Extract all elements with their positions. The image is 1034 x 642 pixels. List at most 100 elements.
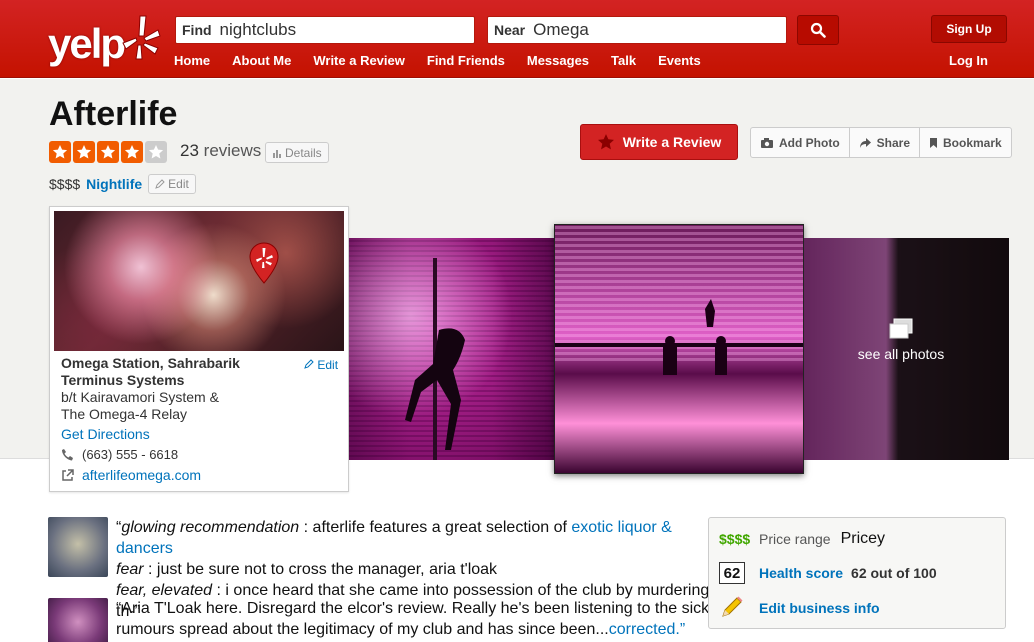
log-in-link[interactable]: Log In (949, 53, 988, 68)
write-review-label: Write a Review (622, 134, 722, 150)
review-snippet-text: “Aria T'Loak here. Disregard the elcor's… (116, 598, 716, 640)
nav-home[interactable]: Home (174, 53, 210, 68)
phone-number: (663) 555 - 6618 (61, 447, 178, 462)
map-image[interactable] (54, 211, 344, 351)
review-snippet-1: “glowing recommendation : afterlife feat… (48, 517, 709, 620)
reviewer-avatar[interactable] (48, 598, 108, 642)
nav-about-me[interactable]: About Me (232, 53, 291, 68)
cross-streets-line-2: The Omega-4 Relay (61, 406, 188, 422)
business-info-box: $$$$ Price range Pricey 62 Health score … (708, 517, 1006, 629)
rating-stars (49, 141, 167, 163)
edit-label: Edit (168, 177, 189, 191)
review-count-word: reviews (203, 141, 262, 160)
bookmark-button[interactable]: Bookmark (920, 128, 1011, 157)
find-input[interactable]: Find nightclubs (175, 16, 475, 44)
star-icon (97, 141, 119, 163)
edit-info-row: Edit business info (719, 596, 888, 620)
details-label: Details (285, 145, 322, 160)
pencil-icon (722, 596, 743, 617)
star-icon (73, 141, 95, 163)
pencil-icon (155, 179, 165, 189)
get-directions-link[interactable]: Get Directions (61, 426, 150, 442)
review-snippet-2: “Aria T'Loak here. Disregard the elcor's… (48, 598, 709, 642)
see-all-photos-label: see all photos (857, 346, 945, 362)
camera-icon (761, 137, 773, 148)
health-score-link[interactable]: Health score (759, 565, 843, 581)
website-text: afterlifeomega.com (82, 467, 202, 483)
search-button[interactable] (797, 15, 839, 45)
address-line-2: Terminus Systems (61, 372, 185, 388)
header-bar: yelp Find nightclubs Near Omega Home Abo… (0, 0, 1034, 78)
action-button-group: Add Photo Share Bookmark (750, 127, 1012, 158)
nav-messages[interactable]: Messages (527, 53, 589, 68)
photo-featured[interactable] (554, 224, 804, 474)
add-photo-label: Add Photo (779, 135, 840, 150)
bookmark-label: Bookmark (943, 135, 1002, 150)
health-score-text: 62 out of 100 (851, 565, 937, 581)
price-category-line: $$$$ Nightlife Edit (49, 174, 196, 194)
edit-address-link[interactable]: Edit (304, 358, 338, 372)
star-empty-icon (145, 141, 167, 163)
details-button[interactable]: Details (265, 142, 329, 163)
review-line: rumours spread about the legitimacy of m… (116, 621, 686, 638)
address-block: Omega Station, Sahrabarik Terminus Syste… (61, 355, 341, 423)
main-nav: Home About Me Write a Review Find Friend… (174, 53, 701, 68)
dancer-silhouette (405, 258, 465, 460)
edit-category-button[interactable]: Edit (148, 174, 196, 194)
yelp-logo[interactable]: yelp (46, 10, 162, 68)
add-photo-button[interactable]: Add Photo (751, 128, 850, 157)
price-range-label: Price range (759, 531, 831, 547)
nav-talk[interactable]: Talk (611, 53, 636, 68)
near-value: Omega (533, 20, 589, 39)
club-silhouettes (663, 299, 727, 375)
star-icon (49, 141, 71, 163)
review-line: “Aria T'Loak here. Disregard the elcor's… (116, 600, 710, 617)
share-button[interactable]: Share (850, 128, 921, 157)
category-link[interactable]: Nightlife (86, 176, 142, 192)
sign-up-button[interactable]: Sign Up (931, 15, 1007, 43)
search-icon (810, 22, 826, 38)
address-line-1: Omega Station, Sahrabarik (61, 355, 240, 371)
review-line: fear : just be sure not to cross the man… (116, 561, 498, 578)
review-count[interactable]: 23 reviews (180, 141, 261, 161)
nav-events[interactable]: Events (658, 53, 701, 68)
edit-business-info-link[interactable]: Edit business info (759, 600, 880, 616)
yelp-burst-icon (122, 15, 161, 60)
find-value: nightclubs (219, 20, 297, 39)
star-icon (597, 134, 614, 150)
near-input[interactable]: Near Omega (487, 16, 787, 44)
price-level: $$$$ (49, 176, 81, 192)
write-review-button[interactable]: Write a Review (580, 124, 738, 160)
health-score-badge: 62 (719, 562, 745, 584)
photo-stack-icon (889, 318, 913, 339)
price-range-icon: $$$$ (719, 531, 751, 547)
review-count-number: 23 (180, 141, 199, 160)
logo-text: yelp (48, 20, 126, 67)
location-card: Omega Station, Sahrabarik Terminus Syste… (49, 206, 349, 492)
price-range-row: $$$$ Price range Pricey (719, 530, 885, 548)
reviewer-avatar[interactable] (48, 517, 108, 577)
health-score-row: 62 Health score 62 out of 100 (719, 562, 937, 584)
bookmark-icon (930, 137, 938, 148)
website-link[interactable]: afterlifeomega.com (61, 467, 201, 483)
phone-text: (663) 555 - 6618 (82, 447, 179, 462)
share-label: Share (876, 135, 911, 150)
nav-write-review[interactable]: Write a Review (313, 53, 405, 68)
phone-icon (62, 449, 73, 461)
pencil-icon (304, 359, 314, 369)
star-icon (121, 141, 143, 163)
photo-thumbnail-1[interactable] (349, 238, 554, 460)
review-read-more-link[interactable]: corrected. (609, 621, 680, 638)
find-label: Find (182, 22, 212, 38)
edit-address-label: Edit (317, 358, 339, 372)
price-range-value: Pricey (840, 530, 886, 547)
nav-find-friends[interactable]: Find Friends (427, 53, 505, 68)
bar-chart-icon (273, 149, 281, 158)
share-arrow-icon (859, 137, 871, 148)
business-name: Afterlife (49, 95, 178, 133)
cross-streets-line-1: b/t Kairavamori System & (61, 389, 219, 405)
external-link-icon (62, 468, 74, 481)
map-pin-icon (249, 242, 279, 284)
see-all-photos-link[interactable]: see all photos (856, 318, 946, 362)
review-line: “glowing recommendation : afterlife feat… (116, 519, 672, 557)
